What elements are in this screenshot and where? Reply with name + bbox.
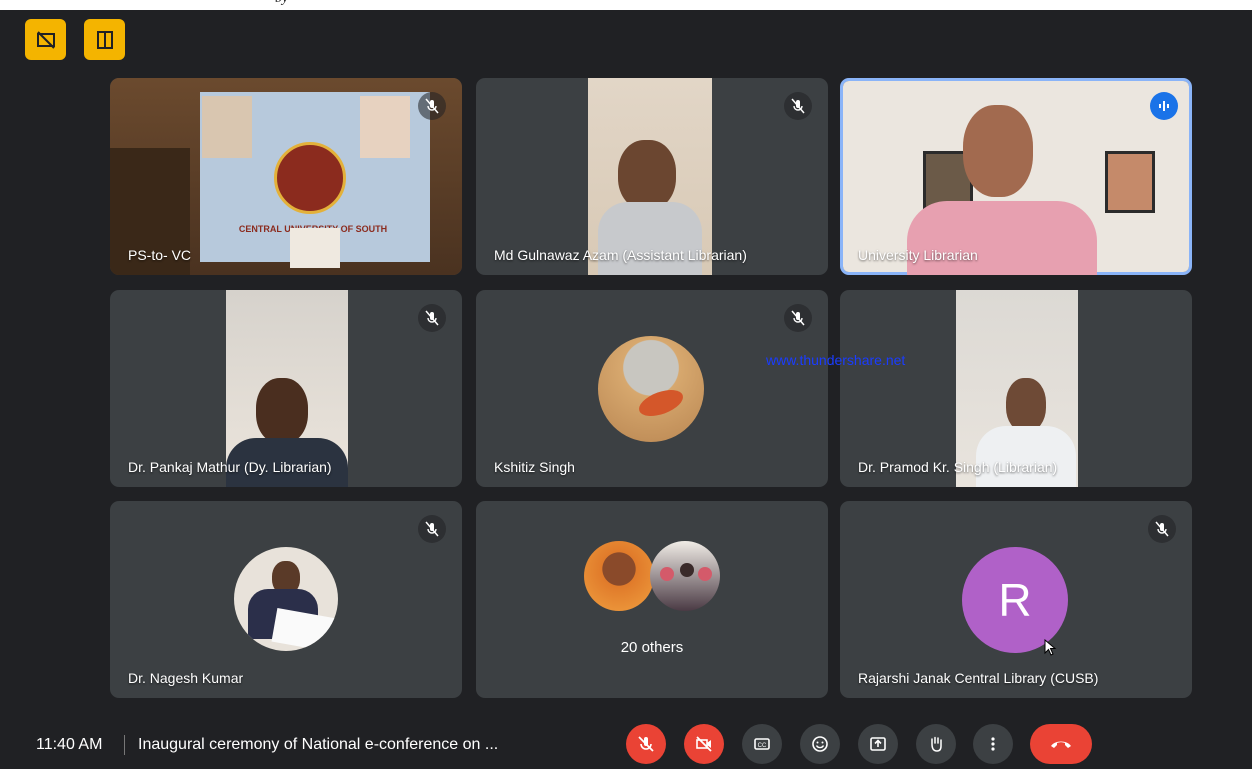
mic-off-icon — [791, 310, 805, 326]
mic-off-icon — [425, 98, 439, 114]
divider — [124, 735, 125, 755]
participant-tile[interactable]: CENTRAL UNIVERSITY OF SOUTH BIHAR PS-to-… — [110, 78, 462, 275]
letter-avatar: R — [962, 547, 1068, 653]
end-call-icon — [1051, 741, 1071, 748]
audio-wave-icon — [1159, 101, 1169, 111]
watermark: www.thundershare.net — [766, 352, 906, 368]
svg-text:CC: CC — [758, 743, 767, 749]
participant-avatar — [234, 547, 338, 651]
participant-name: Md Gulnawaz Azam (Assistant Librarian) — [494, 247, 747, 263]
participant-name: Kshitiz Singh — [494, 459, 575, 475]
participant-name: PS-to- VC — [128, 247, 192, 263]
more-icon — [991, 737, 995, 751]
muted-status — [784, 92, 812, 120]
participant-video — [226, 290, 348, 487]
more-options-button[interactable] — [973, 724, 1013, 764]
muted-status — [418, 92, 446, 120]
emoji-icon — [812, 736, 828, 752]
raise-hand-button[interactable] — [916, 724, 956, 764]
participant-tile[interactable]: Dr. Pankaj Mathur (Dy. Librarian) — [110, 290, 462, 487]
layout-button[interactable] — [84, 19, 125, 60]
meeting-title: Inaugural ceremony of National e-confere… — [138, 736, 499, 753]
layout-icon — [96, 30, 113, 49]
mic-off-icon — [1155, 521, 1169, 537]
camera-off-icon — [696, 736, 712, 752]
participant-tile[interactable]: R Rajarshi Janak Central Library (CUSB) — [840, 501, 1192, 698]
present-screen-button[interactable] — [858, 724, 898, 764]
microphone-toggle-button[interactable] — [626, 724, 666, 764]
mic-off-icon — [638, 736, 654, 752]
captions-button[interactable]: CC — [742, 724, 782, 764]
participant-tile[interactable]: Kshitiz Singh — [476, 290, 828, 487]
participant-tile[interactable]: Dr. Pramod Kr. Singh (Librarian) — [840, 290, 1192, 487]
leave-call-button[interactable] — [1030, 724, 1092, 764]
raise-hand-icon — [931, 736, 942, 752]
top-caption: by — [275, 0, 288, 7]
meeting-time: 11:40 AM — [36, 736, 103, 753]
muted-status — [784, 304, 812, 332]
mouse-cursor-icon — [1044, 639, 1057, 656]
others-count: 20 others — [620, 639, 684, 656]
participant-video — [956, 290, 1078, 487]
participant-name: Dr. Pramod Kr. Singh (Librarian) — [858, 459, 1058, 475]
participant-tile-active[interactable]: University Librarian — [840, 78, 1192, 275]
participant-avatar — [598, 336, 704, 442]
participant-video — [843, 81, 1189, 275]
mic-off-icon — [425, 310, 439, 326]
top-strip: by — [0, 0, 1252, 10]
muted-status — [1148, 515, 1176, 543]
speaking-indicator — [1150, 92, 1178, 120]
avatar-letter: R — [998, 574, 1032, 626]
bottom-bar: 11:40 AM Inaugural ceremony of National … — [0, 716, 1252, 769]
camera-toggle-button[interactable] — [684, 724, 724, 764]
hide-self-view-button[interactable] — [25, 19, 66, 60]
mic-off-icon — [425, 521, 439, 537]
participant-video: CENTRAL UNIVERSITY OF SOUTH BIHAR — [110, 78, 462, 275]
others-avatar — [584, 541, 654, 611]
participant-name: Rajarshi Janak Central Library (CUSB) — [858, 670, 1099, 686]
others-avatar — [650, 541, 720, 611]
participant-tile[interactable]: Dr. Nagesh Kumar — [110, 501, 462, 698]
participant-tile[interactable]: Md Gulnawaz Azam (Assistant Librarian) — [476, 78, 828, 275]
participant-name: Dr. Pankaj Mathur (Dy. Librarian) — [128, 459, 332, 475]
mic-off-icon — [791, 98, 805, 114]
muted-status — [418, 515, 446, 543]
participant-name: University Librarian — [858, 247, 978, 263]
video-frame-off-icon — [36, 30, 55, 49]
others-tile[interactable]: 20 others — [476, 501, 828, 698]
present-icon — [870, 737, 886, 751]
participant-name: Dr. Nagesh Kumar — [128, 670, 244, 686]
captions-icon: CC — [754, 738, 770, 750]
participant-video — [588, 78, 712, 275]
muted-status — [418, 304, 446, 332]
reactions-button[interactable] — [800, 724, 840, 764]
